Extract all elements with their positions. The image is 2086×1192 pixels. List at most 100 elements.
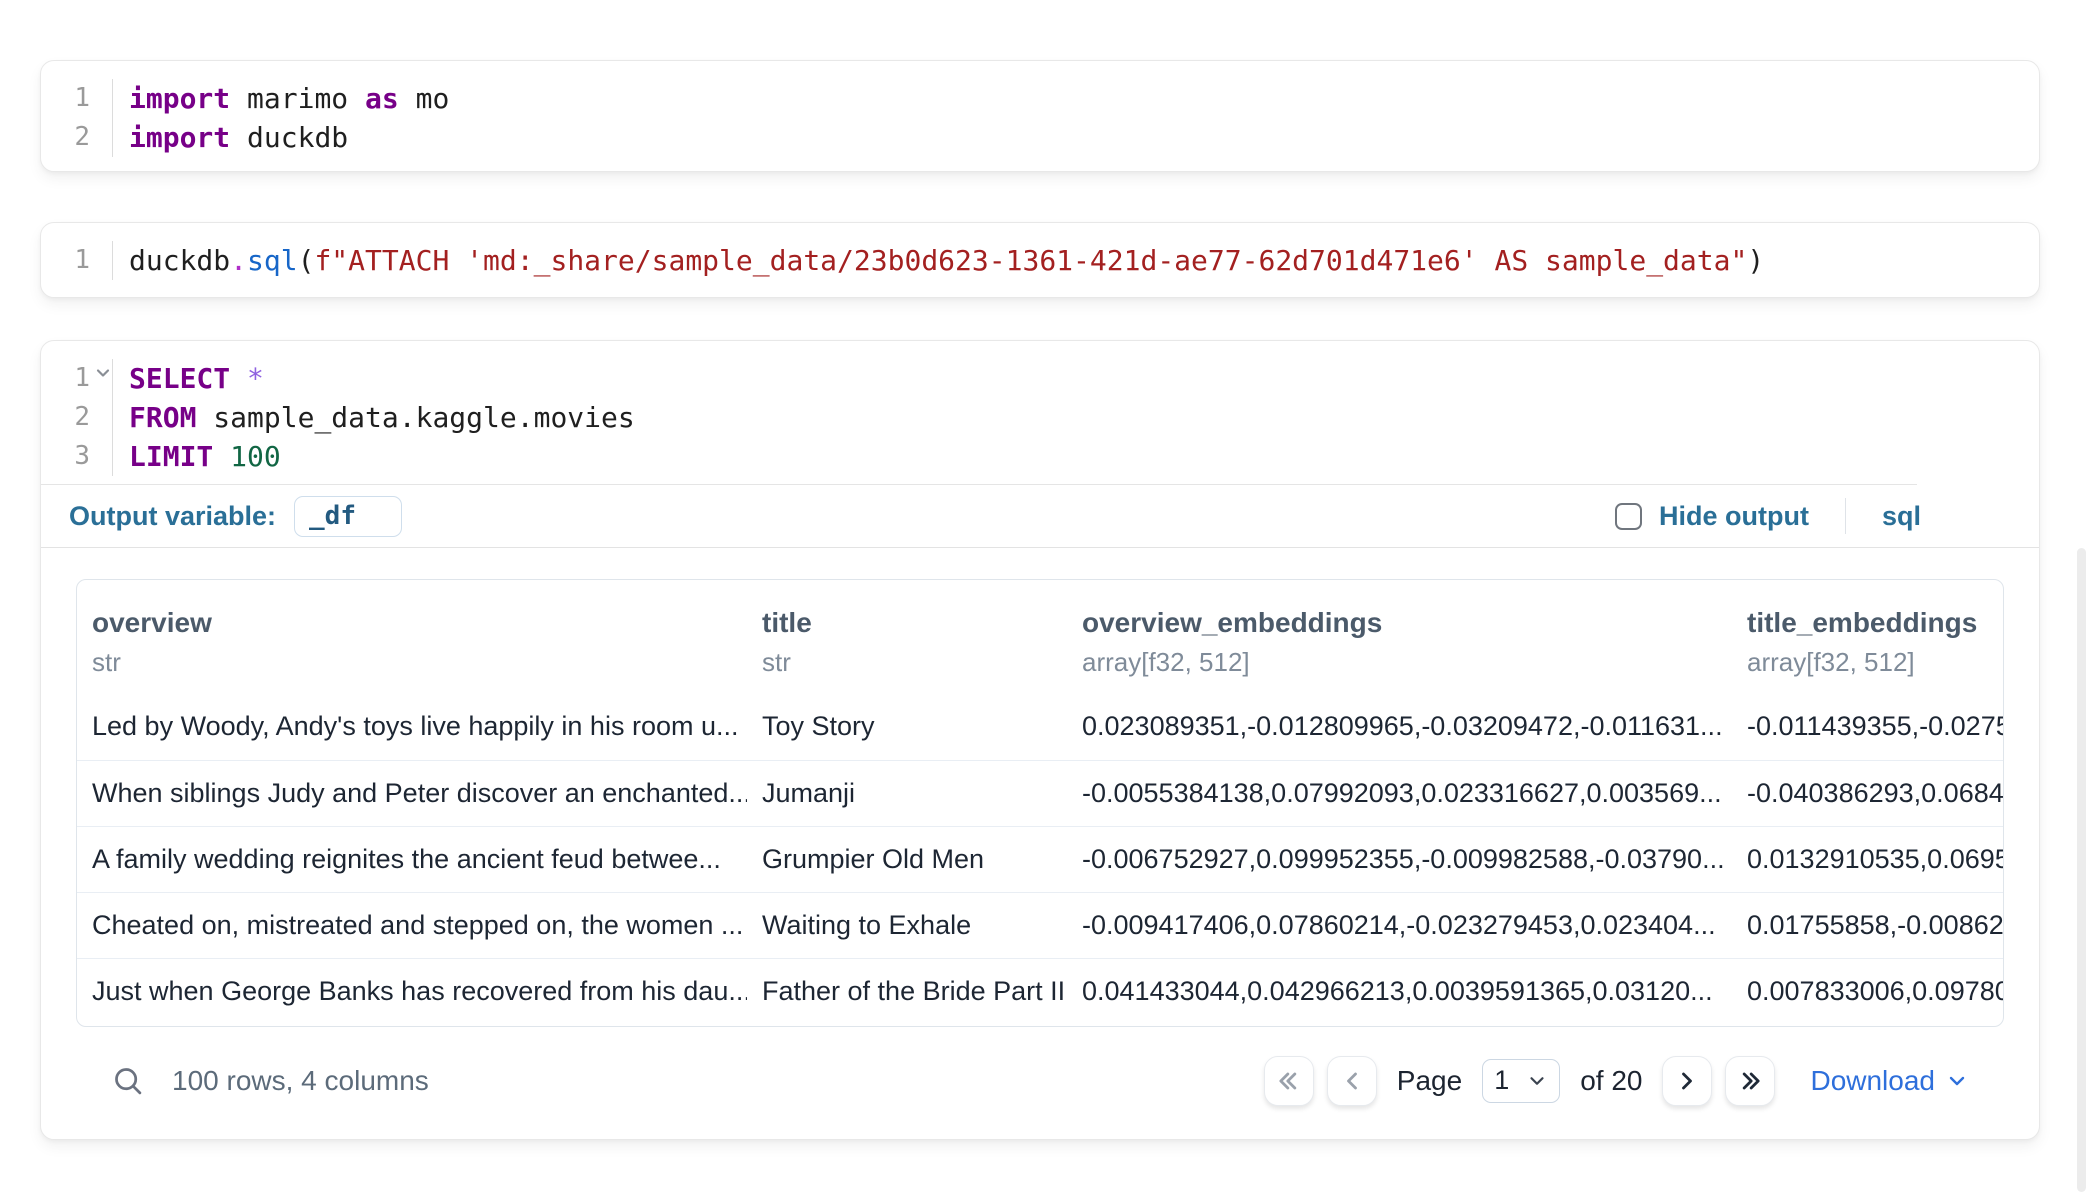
language-badge: sql (1882, 501, 1921, 532)
code-editor-attach[interactable]: 1 duckdb.sql(f"ATTACH 'md:_share/sample_d… (41, 223, 2039, 280)
column-name: title (762, 607, 1059, 639)
column-header-title_embeddings[interactable]: title_embeddingsarray[f32, 512] (1732, 580, 2003, 694)
table-cell: Just when George Banks has recovered fro… (77, 958, 747, 1024)
line-number-gutter: 1 2 3 (41, 359, 113, 476)
code-lines: duckdb.sql(f"ATTACH 'md:_share/sample_da… (113, 241, 1764, 280)
code-token: import (129, 121, 230, 154)
table-row: Led by Woody, Andy's toys live happily i… (77, 694, 2003, 760)
code-token: SELECT (129, 362, 230, 395)
scrollbar[interactable] (2077, 548, 2086, 1192)
download-label: Download (1810, 1065, 1935, 1097)
table-cell: A family wedding reignites the ancient f… (77, 826, 747, 892)
double-chevron-left-icon (1275, 1067, 1303, 1095)
line-number-gutter: 1 (41, 241, 113, 280)
table-row: A family wedding reignites the ancient f… (77, 826, 2003, 892)
next-page-button[interactable] (1662, 1056, 1712, 1106)
code-token: FROM (129, 401, 196, 434)
code-token: import (129, 82, 230, 115)
code-editor-sql[interactable]: 1 2 3 SELECT *FROM sample_data.kaggle.movie… (41, 341, 2039, 476)
page-number-select[interactable]: 1 (1482, 1059, 1560, 1103)
hide-output-label[interactable]: Hide output (1659, 501, 1809, 532)
output-variable-input[interactable]: _df (294, 496, 402, 537)
hide-output-checkbox[interactable] (1615, 503, 1642, 530)
table-cell: 0.041433044,0.042966213,0.0039591365,0.0… (1067, 958, 1732, 1024)
code-line: FROM sample_data.kaggle.movies (129, 398, 635, 437)
code-line: SELECT * (129, 359, 635, 398)
line-number-text: 1 (74, 245, 90, 275)
table-cell: -0.006752927,0.099952355,-0.009982588,-0… (1067, 826, 1732, 892)
line-number-text: 2 (74, 402, 90, 432)
code-token: ( (298, 244, 315, 277)
table-footer-left: 100 rows, 4 columns (111, 1064, 429, 1097)
download-button[interactable]: Download (1810, 1065, 1969, 1097)
line-number-text: 1 (74, 363, 90, 393)
column-name: overview (92, 607, 739, 639)
first-page-button[interactable] (1264, 1056, 1314, 1106)
cell-sql: 1 2 3 SELECT *FROM sample_data.kaggle.movie… (40, 340, 2040, 1140)
code-token: sql (247, 244, 298, 277)
chevron-down-icon (1526, 1070, 1548, 1092)
output-variable-label: Output variable: (69, 501, 276, 532)
line-number: 1 (41, 79, 112, 118)
line-number: 1 (41, 241, 112, 280)
pagination: Page 1 of 20 (1264, 1056, 1969, 1106)
column-type: str (92, 647, 739, 678)
column-type: str (762, 647, 1059, 678)
table-cell: Led by Woody, Andy's toys live happily i… (77, 694, 747, 760)
table-header-row: overview str title str overview_embeddingsar… (77, 580, 2003, 694)
double-chevron-right-icon (1736, 1067, 1764, 1095)
cell-attach: 1 duckdb.sql(f"ATTACH 'md:_share/sample_d… (40, 222, 2040, 298)
line-number: 3 (41, 437, 112, 476)
table-cell: Father of the Bride Part II (747, 958, 1067, 1024)
code-token: duckdb (230, 121, 348, 154)
line-number: 2 (41, 118, 112, 157)
line-number: 2 (41, 398, 112, 437)
search-icon[interactable] (111, 1064, 144, 1097)
dataframe-table: overview str title str overview_embeddingsar… (77, 580, 2003, 1024)
line-number-text: 3 (74, 441, 90, 471)
table-cell: Waiting to Exhale (747, 892, 1067, 958)
line-number-text: 1 (74, 83, 90, 113)
table-cell: Grumpier Old Men (747, 826, 1067, 892)
table-cell: Cheated on, mistreated and stepped on, t… (77, 892, 747, 958)
table-cell: Toy Story (747, 694, 1067, 760)
code-token: 100 (230, 440, 281, 473)
column-header-title[interactable]: title str (747, 580, 1067, 694)
line-number-gutter: 12 (41, 79, 113, 157)
code-line: duckdb.sql(f"ATTACH 'md:_share/sample_da… (129, 241, 1764, 280)
marimo-notebook: 12import marimo as moimport duckdb 1duck… (0, 0, 2086, 1192)
table-cell: 0.01755858,-0.0086286 (1732, 892, 2003, 958)
previous-page-button[interactable] (1327, 1056, 1377, 1106)
table-cell: -0.009417406,0.07860214,-0.023279453,0.0… (1067, 892, 1732, 958)
page-number-value: 1 (1494, 1065, 1509, 1096)
cell-imports: 12import marimo as moimport duckdb (40, 60, 2040, 172)
table-cell: -0.011439355,-0.02752 (1732, 694, 2003, 760)
line-number-text: 2 (74, 122, 90, 152)
code-token (213, 440, 230, 473)
code-token: mo (399, 82, 450, 115)
table-row: Just when George Banks has recovered fro… (77, 958, 2003, 1024)
table-cell: 0.007833006,0.097801 (1732, 958, 2003, 1024)
page-label: Page (1397, 1065, 1462, 1097)
table-row: When siblings Judy and Peter discover an… (77, 760, 2003, 826)
code-lines: SELECT *FROM sample_data.kaggle.moviesLI… (113, 359, 635, 476)
code-token: duckdb (129, 244, 230, 277)
divider (1845, 498, 1846, 534)
cell-output-area: overview str title str overview_embeddingsar… (41, 548, 2039, 1140)
dataframe-table-card: overview str title str overview_embeddingsar… (76, 579, 2004, 1027)
code-token: . (230, 244, 247, 277)
code-line: import marimo as mo (129, 79, 449, 118)
table-footer: 100 rows, 4 columns (76, 1027, 2004, 1140)
code-editor-imports[interactable]: 12import marimo as moimport duckdb (41, 61, 2039, 157)
code-line: import duckdb (129, 118, 449, 157)
column-type: array[f32, 512] (1747, 647, 2003, 678)
code-lines: import marimo as moimport duckdb (113, 79, 449, 157)
code-token: sample_data.kaggle.movies (196, 401, 634, 434)
column-header-overview_embeddings[interactable]: overview_embeddingsarray[f32, 512] (1067, 580, 1732, 694)
code-line: LIMIT 100 (129, 437, 635, 476)
fold-chevron-icon[interactable] (93, 363, 113, 383)
table-row: Cheated on, mistreated and stepped on, t… (77, 892, 2003, 958)
code-token: LIMIT (129, 440, 213, 473)
last-page-button[interactable] (1725, 1056, 1775, 1106)
column-header-overview[interactable]: overview str (77, 580, 747, 694)
